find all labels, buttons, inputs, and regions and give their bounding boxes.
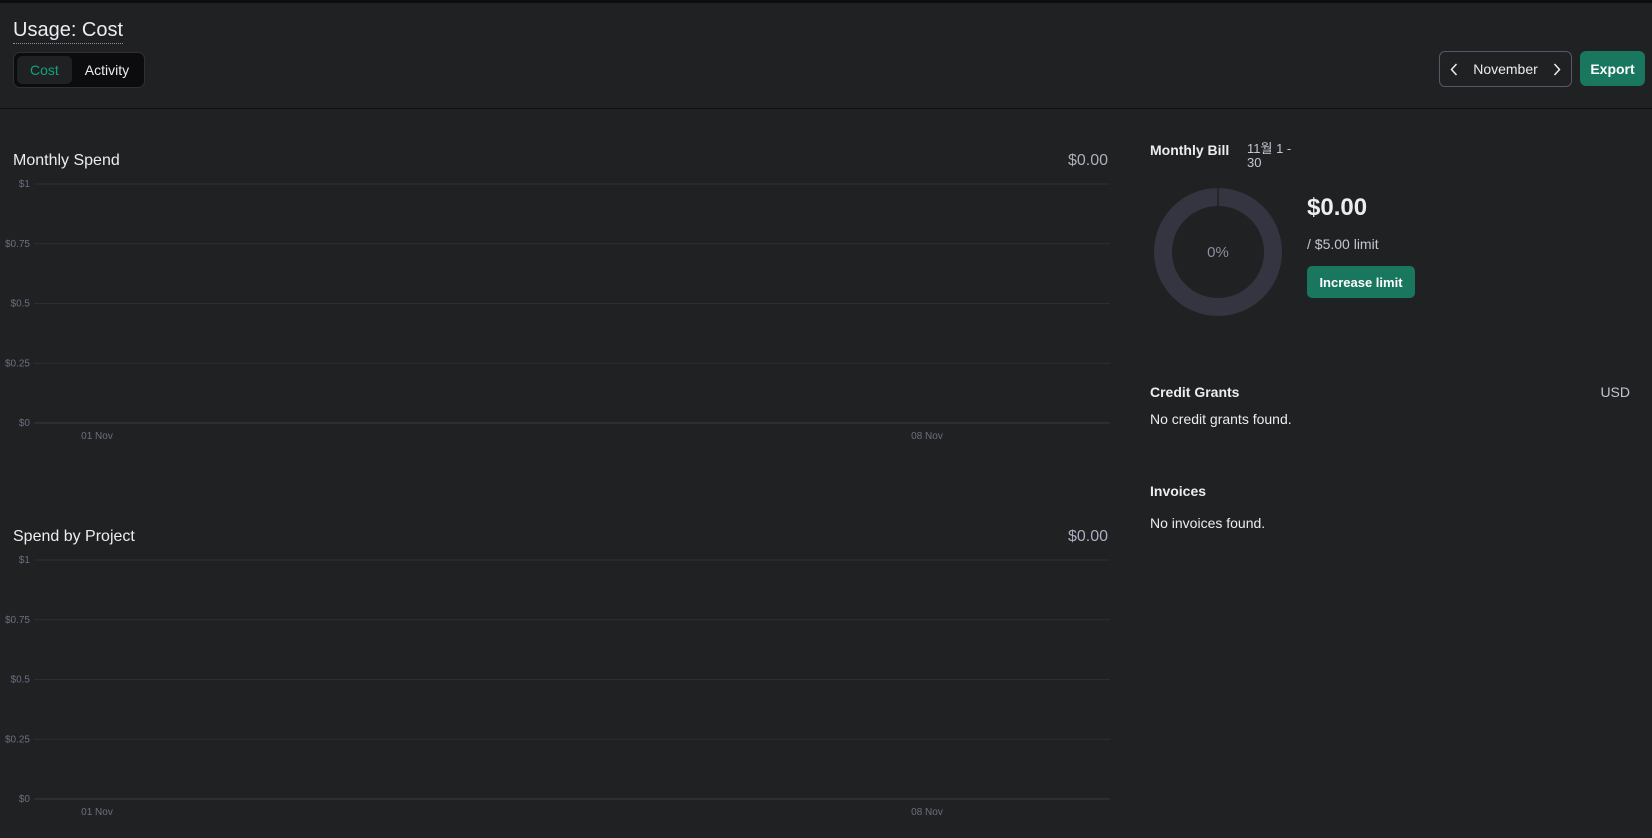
- monthly-spend-y-tick: $0.25: [5, 358, 30, 369]
- monthly-spend-x-tick: 08 Nov: [911, 431, 943, 442]
- tab-activity[interactable]: Activity: [72, 56, 142, 84]
- month-selector: November: [1439, 51, 1572, 87]
- increase-limit-button[interactable]: Increase limit: [1307, 266, 1415, 298]
- page-title: Usage: Cost: [13, 18, 124, 44]
- credit-grants-currency: USD: [1600, 384, 1630, 400]
- monthly-spend-y-tick: $0.5: [11, 299, 31, 310]
- chevron-right-icon[interactable]: [1551, 62, 1563, 76]
- page-header: Usage: Cost Cost Activity November Expor…: [0, 3, 1652, 109]
- spend-by-project-y-tick: $1: [19, 555, 31, 566]
- monthly-spend-y-tick: $0: [19, 418, 31, 429]
- spend-by-project-total: $0.00: [1067, 528, 1108, 545]
- export-button[interactable]: Export: [1580, 51, 1645, 86]
- invoices-empty: No invoices found.: [1150, 515, 1266, 531]
- monthly-bill-range: 11월 1 - 30: [1247, 141, 1292, 170]
- monthly-spend-title: Monthly Spend: [13, 152, 120, 169]
- bill-limit: / $5.00 limit: [1307, 236, 1379, 252]
- spend-by-project-x-tick: 08 Nov: [911, 807, 943, 818]
- usage-percent: 0%: [1207, 243, 1229, 261]
- spend-by-project-x-tick: 01 Nov: [81, 807, 113, 818]
- spend-by-project-y-tick: $0.5: [11, 675, 31, 686]
- credit-grants-title: Credit Grants: [1150, 384, 1240, 400]
- credit-grants-empty: No credit grants found.: [1150, 411, 1292, 427]
- monthly-spend-y-tick: $1: [19, 179, 31, 190]
- monthly-spend-total: $0.00: [1067, 152, 1108, 169]
- monthly-bill-title: Monthly Bill: [1150, 142, 1230, 158]
- tab-cost[interactable]: Cost: [17, 56, 72, 84]
- spend-by-project-y-tick: $0: [19, 794, 31, 805]
- monthly-spend-x-tick: 01 Nov: [81, 431, 113, 442]
- monthly-spend-chart: $0 $0.25 $0.5 $0.75 $1 01 Nov 08 Nov: [5, 179, 1110, 442]
- month-label: November: [1473, 61, 1538, 77]
- monthly-spend-section: Monthly Spend $0.00 $0 $0.25 $0.5 $0.75 $1 01…: [0, 110, 1120, 460]
- spend-by-project-chart: $0 $0.25 $0.5 $0.75 $1 01 Nov 08 Nov: [5, 555, 1110, 818]
- billing-panel: Monthly Bill 11월 1 - 30 0% $0.00 / $5.00…: [1150, 110, 1652, 838]
- spend-by-project-section: Spend by Project $0.00 $0 $0.25 $0.5 $0.75 $…: [0, 486, 1120, 838]
- view-toggle: Cost Activity: [13, 52, 145, 88]
- spend-by-project-title: Spend by Project: [13, 528, 135, 545]
- invoices-title: Invoices: [1150, 483, 1207, 499]
- spend-by-project-y-tick: $0.25: [5, 734, 30, 745]
- bill-amount: $0.00: [1307, 194, 1368, 221]
- monthly-spend-y-tick: $0.75: [5, 239, 30, 250]
- chevron-left-icon[interactable]: [1448, 62, 1460, 76]
- spend-by-project-y-tick: $0.75: [5, 615, 30, 626]
